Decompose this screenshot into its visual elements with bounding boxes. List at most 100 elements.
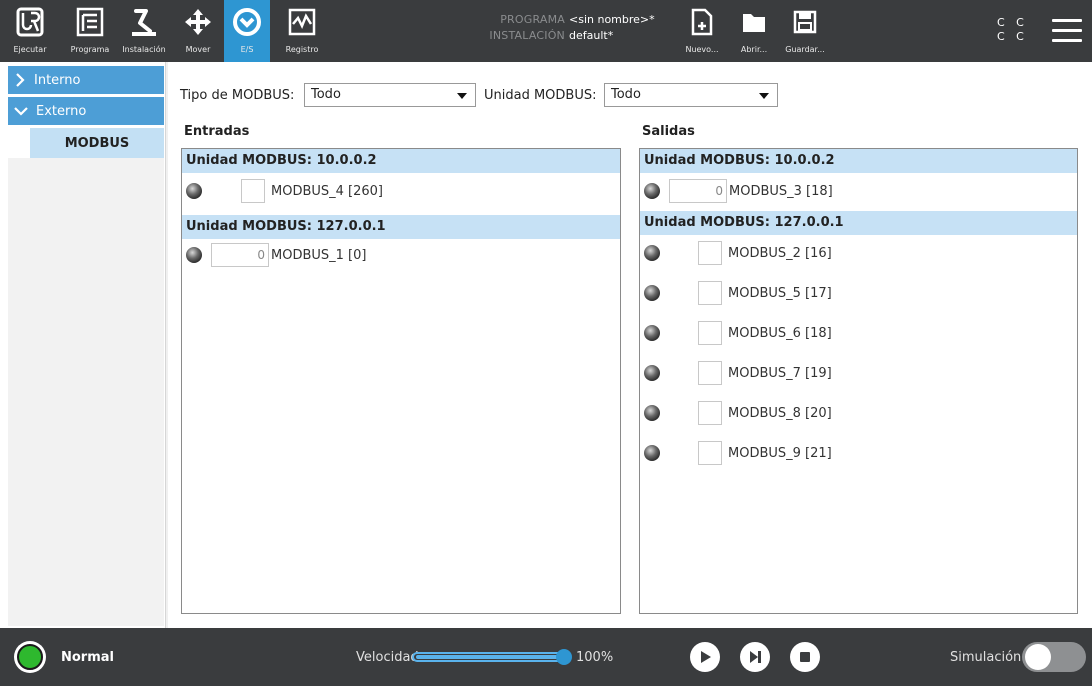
move-arrows-icon	[180, 4, 216, 40]
tab-programa[interactable]: Programa	[62, 4, 118, 60]
inputs-panel: Unidad MODBUS: 10.0.0.2 MODBUS_4 [260] U…	[181, 148, 621, 614]
output-checkbox[interactable]	[698, 361, 722, 385]
speed-slider-handle[interactable]	[556, 649, 572, 665]
sidebar: Interno Externo MODBUS	[0, 62, 166, 628]
output-checkbox[interactable]	[698, 401, 722, 425]
installation-key: INSTALACIÓN	[489, 29, 565, 42]
save-button[interactable]: Guardar...	[782, 4, 828, 60]
modbus-unit-select[interactable]: Todo	[604, 83, 778, 107]
program-name: <sin nombre>*	[569, 13, 655, 26]
toggle-knob	[1025, 644, 1051, 670]
open-button[interactable]: Abrir...	[732, 4, 776, 60]
top-bar: Ejecutar Programa Instalación Mover E/S …	[0, 0, 1092, 62]
file-button-label: Abrir...	[740, 45, 768, 54]
stop-button[interactable]	[790, 642, 820, 672]
tab-label: Instalación	[122, 45, 166, 54]
file-button-label: Nuevo...	[685, 45, 719, 54]
simulation-toggle[interactable]	[1022, 642, 1086, 672]
modbus-unit-value: Todo	[611, 87, 641, 102]
save-icon	[787, 4, 823, 40]
cc-line: C C	[997, 30, 1028, 43]
signal-name: MODBUS_8 [20]	[728, 405, 832, 421]
cc-indicator: C C C C	[997, 16, 1028, 44]
tab-label: Ejecutar	[13, 45, 47, 54]
speed-label: Velocidad	[356, 650, 419, 665]
bottom-bar: Normal Velocidad 100% Simulación	[0, 628, 1092, 686]
sidebar-subitem-label: MODBUS	[64, 135, 130, 151]
tab-mover[interactable]: Mover	[176, 4, 220, 60]
file-button-label: Guardar...	[785, 45, 825, 54]
tab-registro[interactable]: Registro	[280, 4, 324, 60]
signal-name: MODBUS_1 [0]	[271, 247, 367, 263]
play-button[interactable]	[690, 642, 720, 672]
step-button[interactable]	[740, 642, 770, 672]
signal-led-icon	[644, 445, 660, 461]
tab-label: Registro	[285, 45, 319, 54]
sidebar-item-interno[interactable]: Interno	[8, 66, 164, 94]
output-row: 0 MODBUS_3 [18]	[640, 177, 1077, 205]
modbus-type-select[interactable]: Todo	[304, 83, 476, 107]
output-row: MODBUS_8 [20]	[640, 399, 1077, 427]
play-icon	[701, 651, 711, 663]
output-checkbox[interactable]	[698, 281, 722, 305]
signal-led-icon	[644, 405, 660, 421]
speed-slider-fill	[416, 655, 562, 659]
tab-label: Programa	[70, 45, 110, 54]
tab-instalacion[interactable]: Instalación	[118, 4, 170, 60]
output-checkbox[interactable]	[698, 241, 722, 265]
folder-icon	[736, 4, 772, 40]
speed-slider[interactable]	[412, 649, 572, 665]
status-led-icon	[17, 644, 43, 670]
io-icon	[229, 4, 265, 40]
robot-status-button[interactable]	[14, 641, 46, 673]
unit-header: Unidad MODBUS: 127.0.0.1	[182, 215, 620, 239]
output-row: MODBUS_6 [18]	[640, 319, 1077, 347]
outputs-panel: Unidad MODBUS: 10.0.0.2 0 MODBUS_3 [18] …	[639, 148, 1078, 614]
register-value[interactable]: 0	[669, 179, 727, 203]
signal-led-icon	[644, 245, 660, 261]
output-checkbox[interactable]	[698, 441, 722, 465]
new-button[interactable]: Nuevo...	[680, 4, 724, 60]
signal-led-icon	[186, 247, 202, 263]
modbus-type-value: Todo	[311, 87, 341, 102]
input-row: MODBUS_4 [260]	[182, 177, 620, 205]
sidebar-item-modbus[interactable]: MODBUS	[30, 128, 164, 158]
robot-status-text: Normal	[61, 650, 114, 665]
modbus-type-label: Tipo de MODBUS:	[180, 88, 295, 103]
dropdown-arrow-icon	[759, 93, 769, 99]
output-row: MODBUS_7 [19]	[640, 359, 1077, 387]
stop-icon	[800, 652, 810, 662]
tab-ejecutar[interactable]: Ejecutar	[2, 4, 58, 60]
tab-es[interactable]: E/S	[224, 0, 270, 62]
signal-led-icon	[644, 285, 660, 301]
output-row: MODBUS_5 [17]	[640, 279, 1077, 307]
log-pulse-icon	[284, 4, 320, 40]
robot-arm-icon	[126, 4, 162, 40]
signal-led-icon	[644, 325, 660, 341]
signal-name: MODBUS_4 [260]	[271, 183, 384, 199]
inputs-title: Entradas	[184, 124, 250, 139]
tab-label: Mover	[185, 45, 211, 54]
signal-name: MODBUS_3 [18]	[729, 183, 833, 199]
speed-value: 100%	[576, 650, 614, 665]
sidebar-fill	[8, 158, 164, 626]
input-checkbox[interactable]	[241, 179, 265, 203]
installation-name: default*	[569, 29, 614, 42]
register-value[interactable]: 0	[211, 243, 269, 267]
unit-header: Unidad MODBUS: 10.0.0.2	[640, 149, 1077, 173]
cc-line: C C	[997, 16, 1028, 29]
signal-name: MODBUS_9 [21]	[728, 445, 832, 461]
sidebar-item-label: Interno	[34, 72, 81, 88]
output-checkbox[interactable]	[698, 321, 722, 345]
sidebar-item-externo[interactable]: Externo	[8, 97, 164, 125]
sidebar-item-label: Externo	[36, 103, 87, 119]
dropdown-arrow-icon	[457, 93, 467, 99]
hamburger-menu-icon[interactable]	[1052, 19, 1082, 49]
signal-led-icon	[644, 365, 660, 381]
signal-name: MODBUS_5 [17]	[728, 285, 832, 301]
unit-header: Unidad MODBUS: 127.0.0.1	[640, 211, 1077, 235]
input-row: 0 MODBUS_1 [0]	[182, 241, 620, 269]
signal-name: MODBUS_6 [18]	[728, 325, 832, 341]
outputs-title: Salidas	[642, 124, 695, 139]
step-icon	[750, 651, 761, 663]
